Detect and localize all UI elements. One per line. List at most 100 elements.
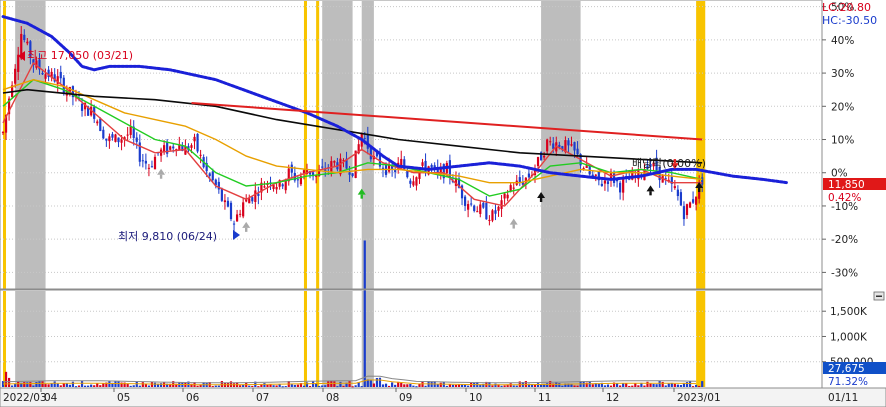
stock-chart: 50%40%30%20%10%0%-10%-20%-30% 1,500K1,00… bbox=[0, 0, 886, 407]
arrow-stem bbox=[159, 174, 163, 179]
candle-up bbox=[26, 41, 29, 44]
price-tick-label: -20% bbox=[831, 234, 858, 246]
arrow-stem bbox=[512, 224, 515, 229]
volume-bar bbox=[96, 383, 99, 387]
volume-bar bbox=[536, 383, 540, 387]
volume-bar bbox=[275, 385, 278, 387]
candle-up bbox=[120, 139, 123, 143]
candle-down bbox=[59, 71, 62, 79]
volume-bar bbox=[691, 386, 695, 388]
volume-bar bbox=[619, 385, 622, 387]
candle-down bbox=[366, 134, 369, 149]
volume-bar bbox=[327, 381, 330, 387]
volume-bar bbox=[439, 382, 442, 387]
candle-down bbox=[473, 205, 476, 211]
volume-bar bbox=[153, 382, 157, 387]
candle-up bbox=[96, 121, 99, 124]
dividend-label: 배당락(0.00%) bbox=[632, 157, 706, 170]
volume-bar bbox=[406, 384, 409, 387]
volume-bar bbox=[628, 385, 631, 387]
candle-down bbox=[144, 160, 147, 164]
volume-bar bbox=[375, 377, 379, 387]
candle-up bbox=[506, 194, 509, 199]
volume-bar bbox=[229, 381, 233, 387]
volume-bar bbox=[211, 386, 214, 388]
volume-bar bbox=[394, 384, 397, 387]
x-axis-label: 2023/01 bbox=[677, 392, 721, 404]
volume-bar bbox=[400, 382, 403, 387]
candle-up bbox=[44, 74, 47, 79]
volume-bar bbox=[65, 383, 68, 387]
volume-bar bbox=[248, 385, 251, 387]
volume-bar bbox=[330, 381, 333, 387]
candle-down bbox=[80, 103, 84, 111]
high-annotation: 최고 17,050 (03/21) bbox=[18, 49, 133, 62]
candle-down bbox=[229, 202, 233, 220]
candle-down bbox=[41, 73, 44, 75]
candle-up bbox=[190, 145, 193, 148]
candle-up bbox=[546, 139, 549, 152]
volume-bar bbox=[321, 385, 324, 387]
volume-bar bbox=[4, 371, 8, 387]
vol-shade-gray-1 bbox=[15, 291, 46, 387]
candle-up bbox=[509, 185, 512, 192]
candle-up bbox=[235, 214, 239, 222]
candle-up bbox=[126, 134, 129, 136]
candle-up bbox=[685, 204, 689, 216]
volume-bar bbox=[698, 385, 701, 387]
candle-down bbox=[606, 181, 610, 185]
candle-down bbox=[281, 184, 284, 187]
candle-down bbox=[482, 202, 485, 208]
volume-bar bbox=[533, 384, 537, 387]
x-axis-label: 2022/03 bbox=[3, 392, 47, 404]
volume-bar bbox=[214, 385, 217, 387]
volume-bar bbox=[354, 385, 357, 387]
volume-bar bbox=[7, 377, 11, 387]
candle-down bbox=[150, 166, 154, 168]
volume-bar bbox=[625, 383, 628, 387]
arrow-stem bbox=[245, 227, 248, 232]
volume-bar bbox=[603, 385, 607, 387]
volume-bar bbox=[676, 384, 679, 387]
volume-bar bbox=[281, 386, 284, 388]
volume-bar bbox=[491, 385, 494, 387]
volume-bar bbox=[272, 385, 275, 387]
candle-down bbox=[494, 210, 497, 214]
volume-bar bbox=[239, 385, 242, 387]
volume-bar bbox=[147, 385, 151, 387]
candle-up bbox=[488, 219, 491, 221]
candle-up bbox=[412, 181, 415, 186]
candle-down bbox=[296, 179, 299, 181]
volume-bar bbox=[378, 377, 382, 387]
volume-bar bbox=[391, 382, 394, 387]
volume-bar bbox=[387, 385, 391, 387]
volume-bar bbox=[217, 385, 220, 387]
volume-bar bbox=[360, 386, 363, 388]
candle-down bbox=[701, 177, 704, 185]
volume-bar bbox=[129, 385, 132, 387]
candle-down bbox=[111, 134, 114, 138]
volume-bar bbox=[348, 381, 351, 387]
volume-bar bbox=[284, 386, 287, 388]
candle-up bbox=[108, 136, 111, 142]
volume-bar bbox=[296, 384, 299, 387]
volume-bar bbox=[500, 385, 503, 387]
candle-up bbox=[467, 204, 470, 210]
volume-bar bbox=[29, 382, 32, 387]
volume-bar bbox=[293, 384, 296, 387]
candle-up bbox=[479, 204, 482, 214]
volume-bar bbox=[658, 380, 661, 387]
volume-bar bbox=[108, 381, 111, 387]
volume-bar bbox=[415, 386, 418, 388]
volume-bar bbox=[99, 385, 102, 387]
volume-bar bbox=[524, 381, 527, 387]
candle-up bbox=[673, 186, 676, 189]
candle-up bbox=[570, 144, 573, 146]
candle-up bbox=[129, 126, 132, 135]
candle-up bbox=[476, 211, 479, 213]
candle-down bbox=[600, 183, 603, 186]
volume-bar bbox=[305, 382, 309, 387]
toggle-dash-icon bbox=[876, 295, 882, 297]
volume-bar bbox=[71, 381, 75, 387]
candle-down bbox=[470, 203, 473, 205]
